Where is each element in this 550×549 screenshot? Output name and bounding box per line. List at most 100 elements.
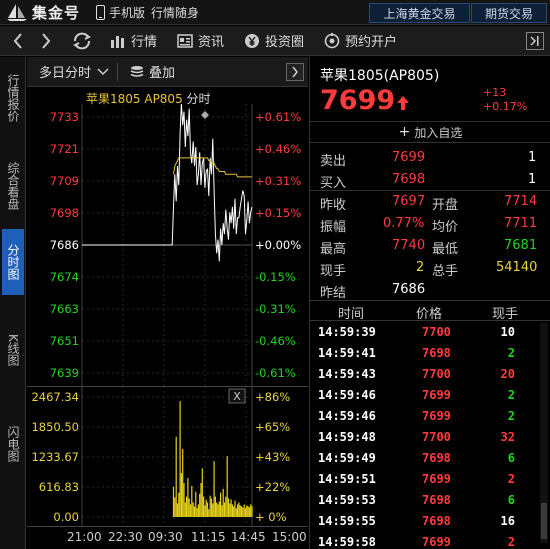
volume-tick-label: 616.83: [39, 480, 79, 494]
stats-row: 昨结 7686: [310, 279, 550, 301]
volume-bar: [230, 499, 232, 517]
time-label: 21:00: [67, 530, 102, 544]
volume-bar: [205, 499, 207, 517]
expand-chart-button[interactable]: [286, 63, 304, 81]
volume-bar: [223, 502, 226, 517]
volume-bar: [196, 508, 198, 517]
tick-volume: 32: [500, 430, 515, 444]
volume-bar: [250, 504, 252, 517]
tick-price: 7698: [422, 451, 451, 465]
nav-open-account[interactable]: 预约开户: [324, 31, 397, 50]
sidebar-item-overview[interactable]: 综合看盘: [2, 155, 24, 217]
time-label: 14:45: [231, 530, 266, 544]
volume-bar: [234, 500, 236, 517]
volume-percent-label: +65%: [255, 420, 290, 434]
percent-tick-label: +0.46%: [255, 142, 301, 156]
low-label: 最低: [432, 242, 459, 257]
add-watchlist-button[interactable]: + 加入自选: [310, 121, 550, 143]
overlay-button[interactable]: 叠加: [130, 62, 175, 81]
close-volume-button[interactable]: X: [228, 388, 246, 404]
volume-bar: [233, 506, 235, 517]
scroll-thumb[interactable]: [541, 503, 547, 539]
sidebar-item-kline[interactable]: K线图: [2, 325, 24, 375]
nav-open-account-label: 预约开户: [345, 35, 398, 50]
percent-tick-label: +0.31%: [255, 174, 301, 188]
toolbar-divider: [117, 62, 119, 81]
amplitude-label: 振幅: [320, 220, 347, 235]
back-button[interactable]: [4, 32, 32, 49]
nav-news[interactable]: 资讯: [177, 31, 224, 50]
time-label: 15:00: [272, 530, 307, 544]
tab-shanghai-gold[interactable]: 上海黄金交易: [369, 3, 470, 23]
last-vol-label: 现手: [320, 264, 347, 279]
percent-tick-label: +0.61%: [255, 110, 301, 124]
sidebar-item-intraday[interactable]: 分时图: [2, 229, 24, 295]
volume-bar: [216, 502, 218, 517]
volume-bar: [239, 505, 241, 517]
chevron-right-icon: [42, 32, 51, 49]
stats-row: 振幅 0.77% 均价 7711: [310, 213, 550, 235]
tick-price: 7698: [422, 514, 451, 528]
change-value: +13: [483, 86, 507, 99]
volume-tick-label: 0.00: [53, 510, 79, 524]
volume-bars: [172, 401, 253, 517]
price-chart[interactable]: 7733 +0.61% 7721 +0.46% 7709 +0.31% 7698 +0.15%…: [27, 104, 308, 386]
tick-row: 14:59:55 7698 16: [310, 511, 550, 532]
volume-bar: [218, 501, 220, 517]
sidebar-item-flash[interactable]: 闪电图: [2, 419, 24, 469]
app-logo[interactable]: 集金号: [0, 2, 80, 23]
refresh-button[interactable]: [68, 31, 96, 51]
yen-coin-icon: [245, 33, 260, 48]
stats-row: 现手 2 总手 54140: [310, 257, 550, 279]
ticks-col-price: 价格: [416, 307, 443, 322]
avg-price-line: [173, 157, 252, 178]
tick-time: 14:59:51: [318, 472, 376, 486]
tick-time: 14:59:46: [318, 388, 376, 402]
ticks-scrollbar[interactable]: [540, 323, 548, 543]
tick-time: 14:59:41: [318, 346, 376, 360]
percent-tick-label: -0.61%: [255, 366, 296, 380]
volume-bar: [210, 498, 213, 517]
period-selector[interactable]: 多日分时: [39, 62, 109, 81]
logo-text: 集金号: [32, 3, 81, 22]
prev-close-value: 7697: [392, 194, 426, 209]
tab-futures[interactable]: 期货交易: [471, 3, 547, 23]
volume-chart[interactable]: 2467.34 +86% 1850.50 +65% 1233.67 +43% 616.83 +…: [27, 386, 308, 526]
appointment-icon: [324, 32, 340, 48]
last-price: 7699: [320, 85, 396, 116]
amplitude-value: 0.77%: [383, 216, 425, 231]
buy-row: 买入 7698 1: [310, 169, 550, 191]
tick-time: 14:59:53: [318, 493, 376, 507]
stats-row: 最高 7740 最低 7681: [310, 235, 550, 257]
instrument-title: 苹果1805(AP805): [320, 65, 439, 85]
tick-row: 14:59:51 7699 2: [310, 469, 550, 490]
tick-time: 14:59:49: [318, 451, 376, 465]
volume-bar: [242, 507, 244, 517]
mobile-version-link[interactable]: 手机版: [96, 4, 145, 21]
nav-invest-circle-label: 投资圈: [265, 35, 305, 50]
nav-quotes[interactable]: 行情: [110, 31, 157, 50]
volume-bar: [208, 509, 210, 517]
volume-bar: [246, 505, 248, 517]
top-bar: 集金号 手机版 行情随身 上海黄金交易 期货交易: [0, 0, 550, 25]
volume-bar: [195, 491, 197, 517]
chevron-right-icon: [292, 66, 298, 78]
collapse-panel-button[interactable]: [526, 32, 544, 50]
forward-button[interactable]: [32, 32, 60, 49]
tick-time: 14:59:39: [318, 325, 376, 339]
volume-bar: [214, 496, 216, 517]
volume-bar: [231, 504, 233, 517]
tick-price: 7699: [422, 535, 451, 549]
volume-percent-label: +43%: [255, 450, 290, 464]
volume-bar: [186, 496, 188, 517]
price-tick-label: 7709: [50, 174, 79, 188]
sidebar-item-quote-list[interactable]: 行情报价: [2, 67, 24, 129]
nav-invest-circle[interactable]: 投资圈: [244, 31, 304, 50]
period-label: 多日分时: [39, 66, 92, 81]
tick-time: 14:59:46: [318, 409, 376, 423]
volume-bar: [227, 498, 230, 517]
price-tick-label: 7674: [50, 270, 79, 284]
volume-bar: [193, 506, 196, 517]
volume-bar: [200, 483, 202, 517]
volume-bar: [220, 492, 222, 517]
